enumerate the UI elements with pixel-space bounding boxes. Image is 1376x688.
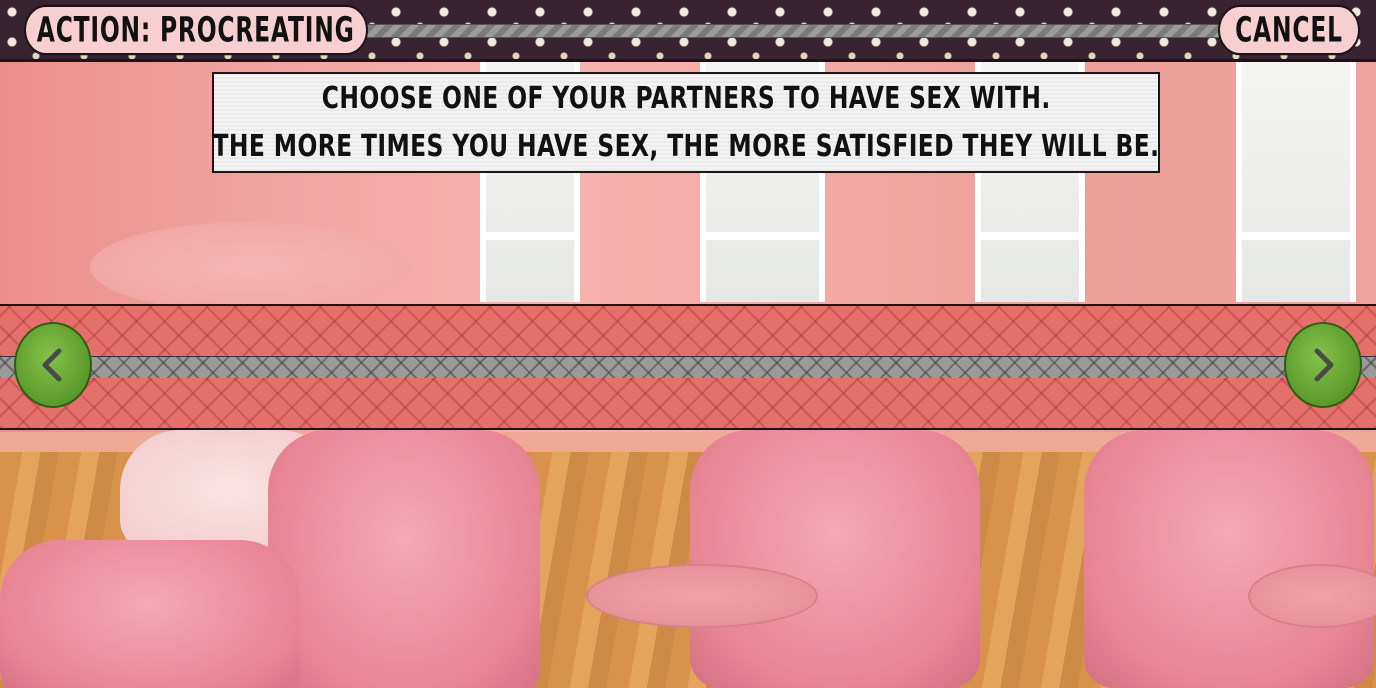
- action-title-badge: ACTION: PROCREATING: [24, 4, 368, 56]
- cancel-button[interactable]: CANCEL: [1218, 4, 1360, 56]
- chevron-right-icon: [1314, 348, 1334, 382]
- instruction-box: CHOOSE ONE OF YOUR PARTNERS TO HAVE SEX …: [212, 72, 1160, 173]
- top-bar: ACTION: PROCREATING CANCEL: [0, 0, 1376, 62]
- instruction-line-2: THE MORE TIMES YOU HAVE SEX, THE MORE SA…: [212, 128, 1160, 164]
- previous-partner-button[interactable]: [14, 322, 92, 408]
- armchair: [1084, 430, 1374, 688]
- armchair: [268, 430, 540, 688]
- chevron-left-icon: [42, 348, 62, 382]
- cancel-label: CANCEL: [1235, 9, 1343, 51]
- action-title: ACTION: PROCREATING: [37, 9, 355, 51]
- band-stripe-bottom: [0, 378, 1376, 428]
- plant: [90, 222, 410, 312]
- partner-selector-band: [0, 304, 1376, 430]
- band-rail: [0, 356, 1376, 380]
- top-rail: [360, 24, 1226, 38]
- armchair: [690, 430, 980, 688]
- next-partner-button[interactable]: [1284, 322, 1362, 408]
- armchair: [0, 540, 300, 688]
- instruction-line-1: CHOOSE ONE OF YOUR PARTNERS TO HAVE SEX …: [321, 80, 1051, 116]
- side-table: [586, 564, 818, 628]
- band-stripe-top: [0, 306, 1376, 356]
- window: [1236, 62, 1356, 302]
